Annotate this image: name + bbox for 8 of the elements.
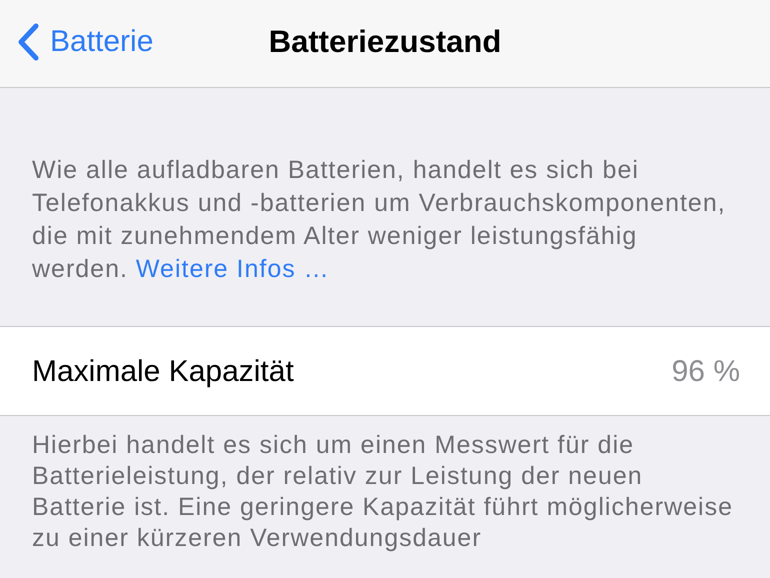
back-button[interactable]: Batterie bbox=[16, 22, 154, 62]
row-value: 96 % bbox=[672, 354, 740, 390]
screen-title: Batteriezustand bbox=[268, 23, 502, 61]
back-chevron-icon bbox=[16, 22, 40, 62]
row-label: Maximale Kapazität bbox=[32, 354, 294, 390]
footer-text: Hierbei handelt es sich um einen Messwert für die Batterieleistung, der relativ zur Leistung der neuen Batterie ist. Eine geringere Kapazität führt möglicherweise zu einer kürzeren Verwendungsdauer bbox=[32, 430, 734, 554]
description-text: Wie alle aufladbaren Batterien, handelt es sich bei Telefonakkus und -batterien um Verbrauchskomponenten, die mit zunehmendem Alter weniger leistungsfähig werden. Weitere Infos … bbox=[32, 155, 727, 285]
more-info-link[interactable]: Weitere Infos … bbox=[136, 255, 330, 283]
